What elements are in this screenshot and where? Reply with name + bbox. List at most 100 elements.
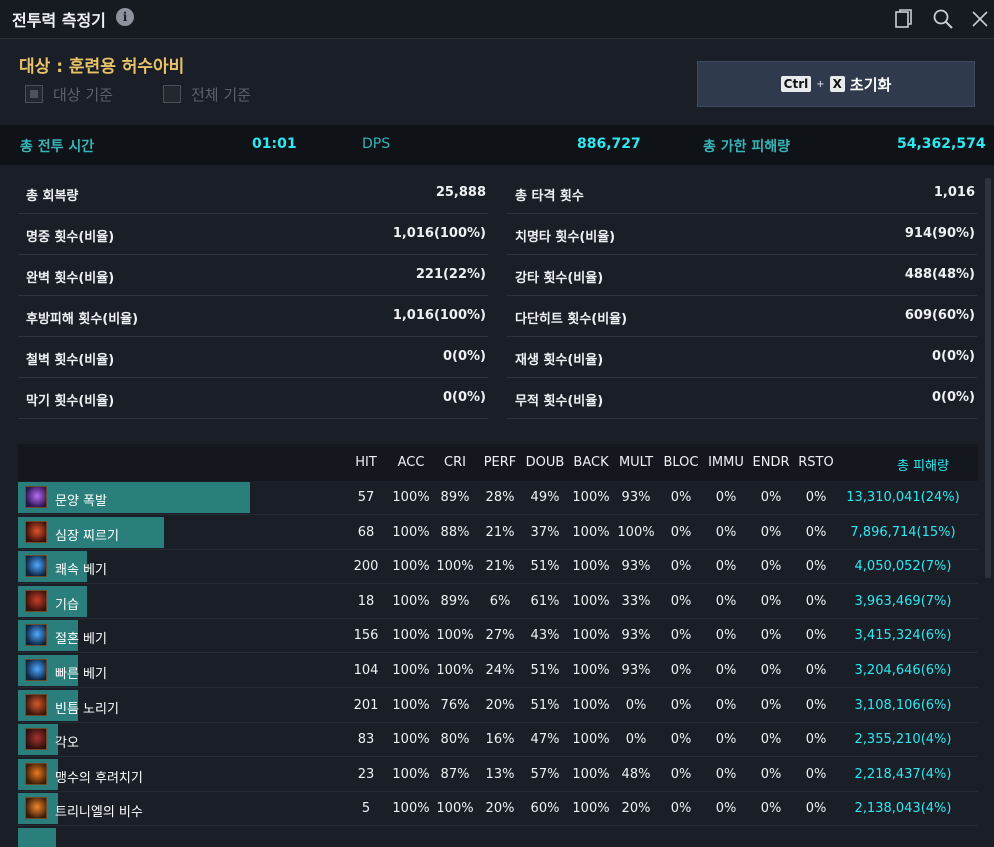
col-bloc[interactable]: BLOC	[656, 455, 706, 470]
stat-row: 총 타격 횟수 1,016	[507, 173, 977, 214]
stat-label: 철벽 횟수(비율)	[26, 353, 115, 368]
reset-button[interactable]: Ctrl + X 초기화	[697, 61, 975, 107]
col-endr[interactable]: ENDR	[746, 455, 796, 470]
cell-hit: 23	[357, 766, 375, 782]
col-total-damage[interactable]: 총 피해량	[883, 455, 963, 474]
cell-doub: 51%	[530, 697, 560, 713]
cell-acc: 100%	[392, 628, 430, 644]
stat-value: 0(0%)	[443, 349, 486, 364]
stat-row: 명중 횟수(비율) 1,016(100%)	[18, 214, 488, 255]
cell-bloc: 0%	[670, 524, 692, 540]
skill-row[interactable]: 심장 찌르기 68 100% 88% 21% 37% 100% 100% 0% 0% 0% 0% 7,8…	[18, 516, 978, 550]
cell-hit: 156	[353, 628, 379, 644]
cell-acc: 100%	[392, 490, 430, 505]
col-immu[interactable]: IMMU	[701, 455, 751, 470]
checkbox-total-basis[interactable]	[163, 85, 181, 103]
cell-mult: 93%	[621, 559, 651, 575]
cell-immu: 0%	[715, 490, 737, 505]
skill-row[interactable]: 기습 18 100% 89% 6% 61% 100% 33% 0% 0% 0% 0% 3,963,469…	[18, 585, 978, 619]
cell-acc: 100%	[392, 766, 430, 782]
skill-row[interactable]: 절혼 베기 156 100% 100% 27% 43% 100% 93% 0% 0% 0% 0% 3,4…	[18, 619, 978, 654]
cell-bloc: 0%	[670, 697, 692, 713]
stats-right-column: 총 타격 횟수 1,016 치명타 횟수(비율) 914(90%) 강타 횟수(비율…	[507, 173, 977, 419]
col-rsto[interactable]: RSTO	[791, 455, 841, 470]
stat-value: 25,888	[435, 185, 486, 200]
cell-doub: 57%	[530, 766, 560, 782]
skill-row[interactable]: 쾌속 베기 200 100% 100% 21% 51% 100% 93% 0% 0% 0% 0% 4,0…	[18, 550, 978, 585]
cell-perf: 6%	[489, 593, 511, 609]
cell-doub: 37%	[530, 524, 560, 540]
stat-row: 막기 횟수(비율) 0(0%)	[18, 378, 488, 419]
skill-row[interactable]: 문양 폭발 57 100% 89% 28% 49% 100% 93% 0% 0% 0% 0% 13,31…	[18, 481, 978, 515]
skill-name: 쾌속 베기	[55, 563, 107, 579]
cell-doub: 61%	[530, 593, 560, 609]
stat-value: 914(90%)	[904, 226, 975, 241]
stat-label: 후방피해 횟수(비율)	[26, 312, 139, 327]
col-hit[interactable]: HIT	[341, 455, 391, 470]
cell-total-damage: 7,896,714(15%)	[850, 524, 956, 540]
cell-mult: 33%	[621, 593, 651, 609]
cell-perf: 20%	[485, 697, 515, 713]
cell-cri: 100%	[436, 663, 474, 678]
stat-row: 재생 횟수(비율) 0(0%)	[507, 337, 977, 378]
stats-scrollbar[interactable]	[985, 178, 991, 578]
stats-left-column: 총 회복량 25,888 명중 횟수(비율) 1,016(100%) 완벽 횟수(비…	[18, 173, 488, 419]
cell-perf: 21%	[485, 524, 515, 540]
cell-perf: 27%	[485, 628, 515, 644]
skill-row[interactable]: 빠른 베기 104 100% 100% 24% 51% 100% 93% 0% 0% 0% 0% 3,2…	[18, 654, 978, 688]
cell-hit: 57	[357, 490, 375, 505]
col-perf[interactable]: PERF	[475, 455, 525, 470]
cell-acc: 100%	[392, 663, 430, 678]
cell-doub: 51%	[530, 663, 560, 678]
cell-mult: 48%	[621, 766, 651, 782]
cell-acc: 100%	[392, 732, 430, 748]
stat-value: 488(48%)	[904, 267, 975, 282]
stat-label: 총 타격 횟수	[515, 189, 584, 204]
copy-window-icon[interactable]	[893, 8, 915, 30]
cell-mult: 20%	[621, 801, 651, 817]
col-doub[interactable]: DOUB	[520, 455, 570, 470]
cell-immu: 0%	[715, 628, 737, 644]
cell-doub: 49%	[530, 490, 560, 505]
cell-immu: 0%	[715, 559, 737, 575]
checkbox-target-basis[interactable]	[25, 85, 43, 103]
stat-label: 다단히트 횟수(비율)	[515, 312, 628, 327]
stat-value: 1,016	[933, 185, 975, 200]
damage-share-bar	[18, 482, 250, 513]
cell-back: 100%	[572, 490, 610, 505]
cell-endr: 0%	[760, 801, 782, 817]
stat-row: 철벽 횟수(비율) 0(0%)	[18, 337, 488, 378]
skill-name: 트리니엘의 비수	[55, 805, 143, 821]
cell-bloc: 0%	[670, 593, 692, 609]
search-icon[interactable]	[932, 8, 954, 30]
close-icon[interactable]	[969, 8, 991, 30]
cell-total-damage: 3,108,106(6%)	[854, 697, 952, 713]
skill-name: 기습	[55, 597, 79, 613]
skill-name: 빠른 베기	[55, 667, 107, 682]
blue-slash-icon	[25, 659, 47, 681]
stat-label: 강타 횟수(비율)	[515, 271, 604, 286]
skill-row[interactable]: 각오 83 100% 80% 16% 47% 100% 0% 0% 0% 0% 0% 2,355,210…	[18, 723, 978, 758]
dark-red-icon	[25, 728, 47, 751]
skill-row[interactable]: 맹수의 후려치기 23 100% 87% 13% 57% 100% 48% 0% 0% 0% 0% 2,…	[18, 758, 978, 792]
plus-sign: +	[816, 78, 825, 90]
col-back[interactable]: BACK	[566, 455, 616, 470]
cell-bloc: 0%	[670, 766, 692, 782]
option-total-basis[interactable]: 전체 기준	[163, 84, 251, 105]
stat-row: 치명타 횟수(비율) 914(90%)	[507, 214, 977, 255]
skill-row[interactable]: 트리니엘의 비수 5 100% 100% 20% 60% 100% 20% 0% 0% 0% 0% 2,…	[18, 792, 978, 827]
cell-acc: 100%	[392, 593, 430, 609]
cell-total-damage: 3,963,469(7%)	[854, 593, 952, 609]
cell-doub: 47%	[530, 732, 560, 748]
orange-claw-icon	[25, 762, 47, 785]
skill-row[interactable]: 빈틈 노리기 201 100% 76% 20% 51% 100% 0% 0% 0% 0% 0% 3,10…	[18, 689, 978, 723]
cell-doub: 43%	[530, 628, 560, 644]
dps-value: 886,727	[577, 136, 641, 152]
col-mult[interactable]: MULT	[611, 455, 661, 470]
option-target-basis[interactable]: 대상 기준	[25, 84, 113, 105]
col-acc[interactable]: ACC	[386, 455, 436, 470]
info-icon[interactable]: i	[116, 8, 134, 26]
col-cri[interactable]: CRI	[430, 455, 480, 470]
cell-cri: 89%	[440, 490, 470, 505]
cell-back: 100%	[572, 801, 610, 817]
